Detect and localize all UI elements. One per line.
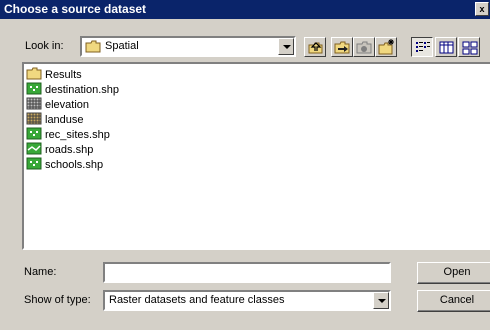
list-view-icon (416, 42, 430, 52)
connect-folder-button[interactable] (331, 37, 353, 57)
thumbnails-view-button[interactable] (458, 37, 480, 57)
list-item[interactable]: roads.shp (26, 142, 93, 157)
point-shapefile-icon (26, 127, 42, 140)
details-view-icon (439, 41, 454, 54)
list-item-label: schools.shp (45, 159, 104, 171)
up-one-level-icon (308, 42, 323, 54)
look-in-value: Spatial (105, 40, 139, 52)
name-label: Name: (24, 266, 57, 278)
cancel-button[interactable]: Cancel (417, 290, 490, 312)
show-of-type-select[interactable]: Raster datasets and feature classes (103, 290, 391, 311)
show-of-type-value: Raster datasets and feature classes (109, 294, 285, 306)
details-view-button[interactable] (435, 37, 457, 57)
raster-icon (26, 112, 42, 125)
open-button[interactable]: Open (417, 262, 490, 284)
name-input[interactable] (103, 262, 391, 283)
point-shapefile-icon (26, 157, 42, 170)
list-view-button[interactable] (411, 37, 433, 57)
line-shapefile-icon (26, 142, 42, 155)
list-item[interactable]: rec_sites.shp (26, 127, 110, 142)
connect-folder-icon (334, 41, 350, 54)
list-item-label: landuse (45, 114, 84, 126)
list-item-label: rec_sites.shp (45, 129, 110, 141)
folder-icon (85, 40, 101, 53)
list-item[interactable]: elevation (26, 97, 89, 112)
look-in-combo[interactable]: Spatial (80, 36, 296, 57)
list-item-label: Results (45, 69, 82, 81)
list-item-label: destination.shp (45, 84, 119, 96)
list-item[interactable]: destination.shp (26, 82, 119, 97)
list-item-label: roads.shp (45, 144, 94, 156)
show-of-type-label: Show of type: (24, 294, 91, 306)
list-item[interactable]: schools.shp (26, 157, 103, 172)
close-icon: x (479, 4, 485, 14)
new-folder-icon (378, 39, 394, 55)
folder-icon (26, 67, 42, 80)
new-folder-button[interactable] (375, 37, 397, 57)
list-item[interactable]: landuse (26, 112, 84, 127)
list-item[interactable]: Results (26, 67, 82, 82)
disconnect-folder-button[interactable] (353, 37, 375, 57)
show-of-type-dropdown-button[interactable] (373, 292, 389, 309)
thumbnails-view-icon (462, 41, 478, 55)
up-one-level-button[interactable] (304, 37, 326, 57)
look-in-dropdown-button[interactable] (278, 38, 294, 55)
dialog-title: Choose a source dataset (4, 2, 147, 16)
raster-icon (26, 97, 42, 110)
title-bar: Choose a source dataset x (0, 0, 490, 19)
look-in-label: Look in: (25, 40, 64, 52)
disconnect-folder-icon (356, 41, 372, 54)
list-item-label: elevation (45, 99, 90, 111)
close-button[interactable]: x (475, 2, 489, 16)
point-shapefile-icon (26, 82, 42, 95)
